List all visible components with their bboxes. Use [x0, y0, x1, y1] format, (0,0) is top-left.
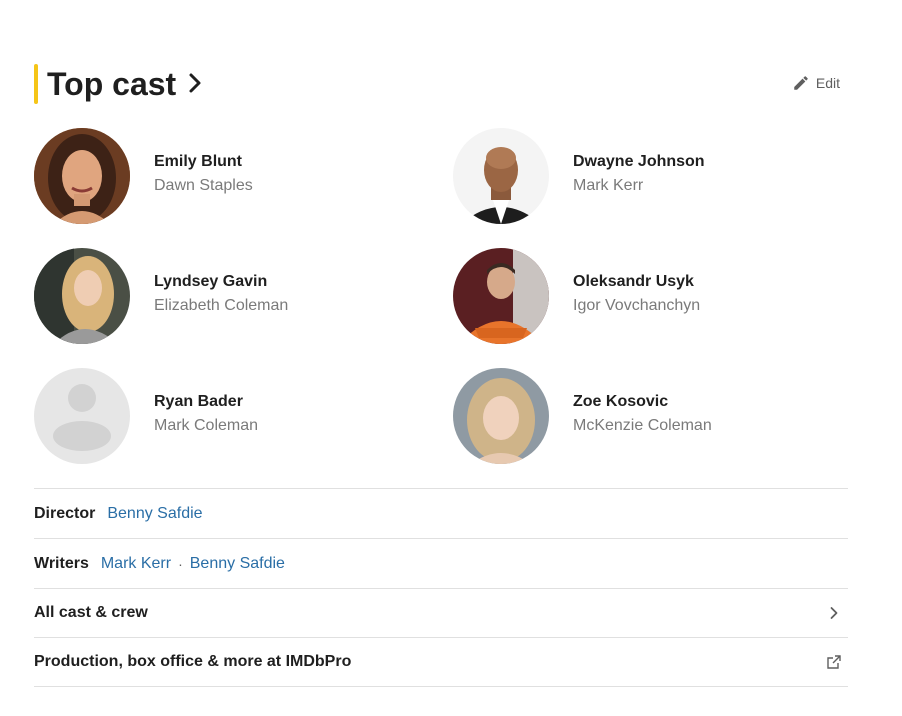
cast-item: Dwayne Johnson Mark Kerr — [453, 128, 833, 224]
actor-name[interactable]: Emily Blunt — [154, 153, 242, 171]
writer-link[interactable]: Mark Kerr — [101, 555, 171, 573]
actor-photo[interactable] — [453, 128, 549, 224]
cast-item: Oleksandr Usyk Igor Vovchanchyn — [453, 248, 833, 344]
actor-name[interactable]: Zoe Kosovic — [573, 393, 668, 411]
director-label: Director — [34, 504, 96, 522]
character-name[interactable]: McKenzie Coleman — [573, 417, 712, 435]
writers-row: Writers Mark Kerr · Benny Safdie — [34, 538, 848, 588]
actor-name[interactable]: Dwayne Johnson — [573, 153, 705, 171]
character-name[interactable]: Dawn Staples — [154, 177, 253, 195]
character-name[interactable]: Elizabeth Coleman — [154, 297, 288, 315]
actor-photo[interactable] — [453, 248, 549, 344]
all-cast-crew-link[interactable]: All cast & crew — [34, 588, 848, 637]
cast-item: Zoe Kosovic McKenzie Coleman — [453, 368, 833, 464]
writer-link[interactable]: Benny Safdie — [190, 555, 285, 573]
edit-button[interactable]: Edit — [792, 72, 840, 94]
cast-item: Ryan Bader Mark Coleman — [34, 368, 414, 464]
pencil-icon — [794, 76, 808, 90]
actor-photo[interactable] — [34, 128, 130, 224]
actor-name[interactable]: Ryan Bader — [154, 393, 243, 411]
top-cast-header: Top cast Edit — [34, 64, 848, 104]
actor-name[interactable]: Lyndsey Gavin — [154, 273, 267, 291]
all-cast-crew-label: All cast & crew — [34, 604, 148, 621]
character-name[interactable]: Igor Vovchanchyn — [573, 297, 700, 315]
edit-label: Edit — [815, 75, 840, 91]
chevron-right-icon[interactable] — [826, 605, 842, 621]
cast-item: Lyndsey Gavin Elizabeth Coleman — [34, 248, 414, 344]
separator-dot: · — [178, 555, 183, 572]
external-link-icon[interactable] — [826, 654, 842, 670]
actor-photo[interactable] — [34, 248, 130, 344]
character-name[interactable]: Mark Coleman — [154, 417, 258, 435]
writers-label: Writers — [34, 554, 89, 572]
actor-name[interactable]: Oleksandr Usyk — [573, 273, 694, 291]
imdbpro-label: Production, box office & more at IMDbPro — [34, 653, 352, 670]
director-link[interactable]: Benny Safdie — [107, 505, 202, 523]
actor-photo[interactable] — [453, 368, 549, 464]
actor-photo-placeholder[interactable] — [34, 368, 130, 464]
director-row: Director Benny Safdie — [34, 488, 848, 538]
cast-item: Emily Blunt Dawn Staples — [34, 128, 414, 224]
section-title[interactable]: Top cast — [47, 65, 176, 103]
imdbpro-link[interactable]: Production, box office & more at IMDbPro — [34, 637, 848, 687]
credits-list: Director Benny Safdie Writers Mark Kerr … — [34, 488, 848, 687]
title-accent-bar — [34, 64, 38, 104]
chevron-right-icon[interactable] — [184, 72, 206, 94]
character-name[interactable]: Mark Kerr — [573, 177, 643, 195]
